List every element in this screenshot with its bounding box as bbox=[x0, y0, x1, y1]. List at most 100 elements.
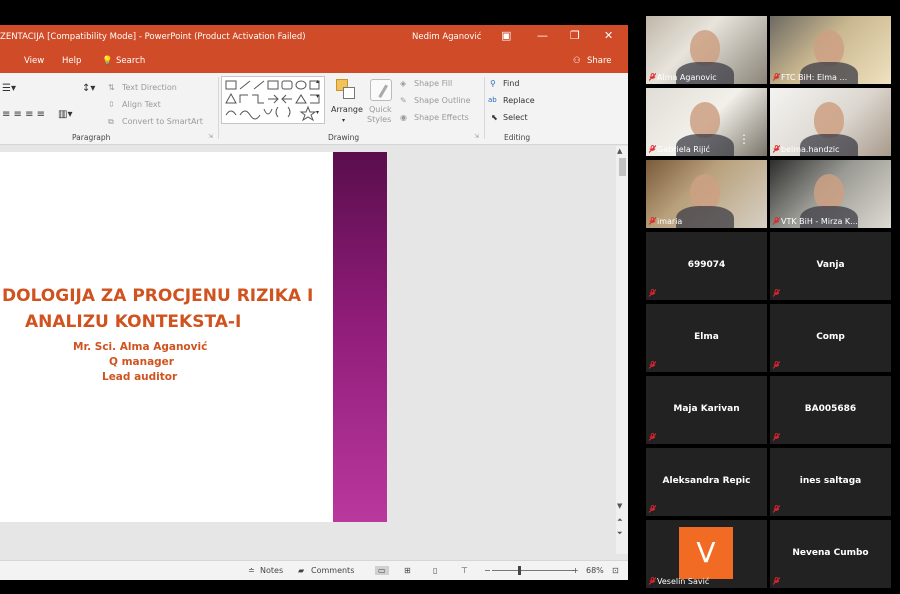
participant-silhouette bbox=[690, 30, 720, 66]
zoom-out-icon[interactable]: − bbox=[484, 566, 491, 575]
participant-tile[interactable]: 699074 bbox=[646, 232, 767, 300]
ribbon-display-icon[interactable]: ▣ bbox=[501, 30, 511, 42]
drawing-launcher-icon[interactable]: ⇲ bbox=[474, 133, 479, 140]
quick-styles-label: Styles bbox=[367, 115, 392, 124]
participant-tile[interactable]: Alma Aganovic bbox=[646, 16, 767, 84]
quick-styles-icon bbox=[370, 79, 392, 101]
find-icon: ⚲ bbox=[490, 79, 496, 88]
slide-sorter-icon[interactable]: ⊞ bbox=[404, 566, 411, 575]
comments-button[interactable]: Comments bbox=[311, 566, 354, 575]
participant-name: Veselin Savić bbox=[657, 577, 710, 586]
title-bar: ZENTACIJA [Compatibility Mode] - PowerPo… bbox=[0, 25, 628, 49]
participant-tile[interactable]: Aleksandra Repic bbox=[646, 448, 767, 516]
tab-help[interactable]: Help bbox=[62, 56, 81, 66]
participant-shoulders bbox=[676, 206, 734, 228]
participant-tile[interactable]: Gabriela Rijić ⋮ bbox=[646, 88, 767, 156]
select-button[interactable]: Select bbox=[503, 113, 528, 122]
participant-name: VTK BiH - Mirza K... bbox=[781, 217, 858, 226]
columns-icon[interactable]: ▥▾ bbox=[58, 109, 72, 120]
participant-silhouette bbox=[814, 30, 844, 66]
participant-tile[interactable]: Maja Karivan bbox=[646, 376, 767, 444]
participant-tile[interactable]: FTC BiH: Elma ... bbox=[770, 16, 891, 84]
gallery-up-icon[interactable]: ▴ bbox=[316, 78, 319, 85]
align-text-button[interactable]: Align Text bbox=[122, 100, 161, 109]
muted-mic-icon bbox=[649, 433, 656, 441]
scroll-up-icon[interactable]: ▲ bbox=[617, 147, 622, 155]
participant-tile[interactable]: Elma bbox=[646, 304, 767, 372]
text-direction-icon: ⇅ bbox=[108, 83, 115, 92]
vertical-scrollbar[interactable]: ▲ ▼ ⏶ ⏷ bbox=[616, 146, 628, 554]
lightbulb-icon: 💡 bbox=[102, 56, 113, 66]
participant-center-name: Maja Karivan bbox=[673, 404, 740, 414]
minimize-icon[interactable]: — bbox=[537, 30, 548, 42]
text-direction-button[interactable]: Text Direction bbox=[122, 83, 177, 92]
fit-slide-icon[interactable]: ⊡ bbox=[612, 566, 619, 575]
slide-canvas[interactable]: DOLOGIJA ZA PROCJENU RIZIKA I ANALIZU KO… bbox=[0, 152, 387, 522]
person-icon: ⚇ bbox=[573, 56, 581, 66]
close-icon[interactable]: ✕ bbox=[604, 30, 613, 42]
participant-tile[interactable]: BA005686 bbox=[770, 376, 891, 444]
zoom-slider-thumb[interactable] bbox=[518, 566, 521, 575]
participant-center-name: ines saltaga bbox=[799, 476, 862, 486]
scroll-thumb[interactable] bbox=[619, 158, 626, 176]
paragraph-launcher-icon[interactable]: ⇲ bbox=[208, 133, 213, 140]
participant-tile[interactable]: belma.handzic bbox=[770, 88, 891, 156]
tab-view[interactable]: View bbox=[24, 56, 44, 66]
slide-author: Mr. Sci. Alma Aganović bbox=[73, 341, 208, 353]
participant-tile[interactable]: Vanja bbox=[770, 232, 891, 300]
replace-button[interactable]: Replace bbox=[503, 96, 535, 105]
participant-tile[interactable]: ines saltaga bbox=[770, 448, 891, 516]
previous-slide-icon[interactable]: ⏶ bbox=[617, 516, 623, 525]
slide-role2: Lead auditor bbox=[102, 371, 178, 383]
restore-icon[interactable]: ❐ bbox=[570, 30, 580, 42]
participant-center-name: BA005686 bbox=[804, 404, 857, 414]
shape-fill-button[interactable]: Shape Fill bbox=[414, 79, 452, 88]
bullets-icon[interactable]: ☰▾ bbox=[2, 83, 16, 94]
participant-avatar: V bbox=[679, 527, 733, 579]
reading-view-icon[interactable]: ▯ bbox=[433, 566, 437, 575]
line-spacing-icon[interactable]: ↕▾ bbox=[82, 83, 95, 94]
quick-styles-button[interactable]: Quick bbox=[369, 105, 392, 114]
slide-decorative-stripe bbox=[333, 152, 387, 522]
zoom-in-icon[interactable]: + bbox=[572, 566, 579, 575]
gallery-down-icon[interactable]: ▾ bbox=[316, 93, 319, 100]
user-name[interactable]: Nedim Aganović bbox=[412, 32, 481, 42]
editing-group-label: Editing bbox=[504, 133, 531, 142]
participant-tile[interactable]: VTK BiH - Mirza K... bbox=[770, 160, 891, 228]
screen: ZENTACIJA [Compatibility Mode] - PowerPo… bbox=[0, 0, 900, 594]
participant-center-name: 699074 bbox=[687, 260, 726, 270]
arrange-button[interactable]: Arrange bbox=[331, 105, 363, 114]
shape-outline-icon: ✎ bbox=[400, 96, 407, 105]
shape-outline-button[interactable]: Shape Outline bbox=[414, 96, 471, 105]
muted-mic-icon bbox=[773, 289, 780, 297]
next-slide-icon[interactable]: ⏷ bbox=[617, 529, 623, 538]
find-button[interactable]: Find bbox=[503, 79, 519, 88]
participant-tile[interactable]: V Veselin Savić bbox=[646, 520, 767, 588]
participant-silhouette bbox=[814, 174, 844, 210]
ribbon: ☰▾ ≡ ≡ ≡ ≡ ▥▾ ↕▾ ⇅ Text Direction ⇳ Alig… bbox=[0, 73, 628, 145]
zoom-level[interactable]: 68% bbox=[586, 566, 604, 575]
align-icons[interactable]: ≡ ≡ ≡ ≡ bbox=[2, 109, 45, 120]
gallery-more-icon[interactable]: ▾ bbox=[316, 109, 319, 116]
search-box[interactable]: Search bbox=[116, 56, 145, 66]
comments-icon: ▰ bbox=[298, 566, 305, 575]
participant-tile[interactable]: imaria bbox=[646, 160, 767, 228]
slideshow-icon[interactable]: ⊤ bbox=[461, 566, 468, 575]
muted-mic-icon bbox=[773, 361, 780, 369]
scroll-down-icon[interactable]: ▼ bbox=[617, 502, 622, 510]
muted-mic-icon bbox=[649, 289, 656, 297]
participant-tile[interactable]: Comp bbox=[770, 304, 891, 372]
share-button[interactable]: Share bbox=[587, 56, 612, 66]
notes-button[interactable]: Notes bbox=[260, 566, 283, 575]
shape-effects-button[interactable]: Shape Effects bbox=[414, 113, 469, 122]
arrange-dropdown-icon[interactable]: ▾ bbox=[342, 117, 345, 124]
muted-mic-icon bbox=[773, 505, 780, 513]
convert-smartart-button[interactable]: Convert to SmartArt bbox=[122, 117, 203, 126]
status-bar: ≐ Notes ▰ Comments ▭ ⊞ ▯ ⊤ − + 68% ⊡ bbox=[0, 560, 628, 580]
more-options-icon[interactable]: ⋮ bbox=[738, 132, 750, 146]
zoom-slider[interactable] bbox=[492, 570, 574, 571]
participant-tile[interactable]: Nevena Cumbo bbox=[770, 520, 891, 588]
normal-view-icon[interactable]: ▭ bbox=[375, 566, 389, 575]
participant-silhouette bbox=[690, 174, 720, 210]
shapes-gallery[interactable] bbox=[221, 76, 325, 124]
